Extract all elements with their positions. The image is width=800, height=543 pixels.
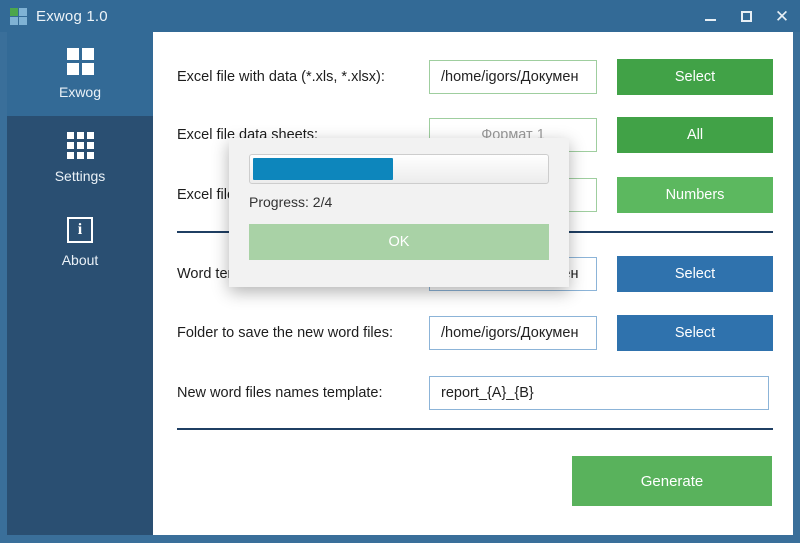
sidebar-item-about[interactable]: i About	[7, 200, 153, 284]
progress-bar	[249, 154, 549, 184]
progress-dialog: Progress: 2/4 OK	[229, 138, 569, 287]
sidebar-item-label: About	[61, 251, 99, 268]
progress-bar-fill	[253, 158, 394, 180]
window-controls: ✕	[692, 0, 800, 32]
row-label: New word files names template:	[177, 385, 383, 401]
title-bar: Exwog 1.0 ✕	[0, 0, 800, 32]
progress-label: Progress: 2/4	[249, 194, 333, 210]
form-row-output-folder: Folder to save the new word files: /home…	[153, 314, 793, 352]
word-template-select-button[interactable]: Select	[617, 256, 773, 292]
close-icon: ✕	[774, 6, 790, 26]
grid-9-icon	[66, 132, 94, 159]
data-sheets-all-button[interactable]: All	[617, 117, 773, 153]
excel-file-input[interactable]: /home/igors/Докумен	[429, 60, 597, 94]
sidebar: Exwog Settings i About	[7, 32, 153, 535]
generate-button[interactable]: Generate	[572, 456, 772, 506]
sidebar-item-label: Exwog	[58, 84, 102, 100]
row-label: Excel file with data (*.xls, *.xlsx):	[177, 69, 385, 85]
data-rows-numbers-button[interactable]: Numbers	[617, 177, 773, 213]
close-button[interactable]: ✕	[764, 0, 800, 32]
section-divider	[177, 428, 773, 430]
grid-4-icon	[66, 48, 94, 75]
window-title: Exwog 1.0	[36, 7, 108, 25]
maximize-button[interactable]	[728, 0, 764, 32]
output-folder-select-button[interactable]: Select	[617, 315, 773, 351]
application-window: Exwog 1.0 ✕ Exwog Settings i About Excel…	[0, 0, 800, 543]
names-template-input[interactable]: report_{A}_{B}	[429, 376, 769, 410]
minimize-button[interactable]	[692, 0, 728, 32]
info-icon: i	[67, 216, 93, 243]
app-grid-icon	[10, 7, 27, 25]
output-folder-input[interactable]: /home/igors/Докумен	[429, 316, 597, 350]
sidebar-item-exwog[interactable]: Exwog	[7, 32, 153, 116]
minimize-icon	[704, 18, 716, 21]
row-label: Folder to save the new word files:	[177, 325, 393, 341]
sidebar-item-settings[interactable]: Settings	[7, 116, 153, 200]
sidebar-item-label: Settings	[54, 168, 106, 184]
form-row-excel-file: Excel file with data (*.xls, *.xlsx): /h…	[153, 58, 793, 96]
dialog-ok-button[interactable]: OK	[249, 224, 549, 260]
form-row-names-template: New word files names template: report_{A…	[153, 374, 793, 412]
excel-file-select-button[interactable]: Select	[617, 59, 773, 95]
maximize-icon	[740, 10, 752, 22]
